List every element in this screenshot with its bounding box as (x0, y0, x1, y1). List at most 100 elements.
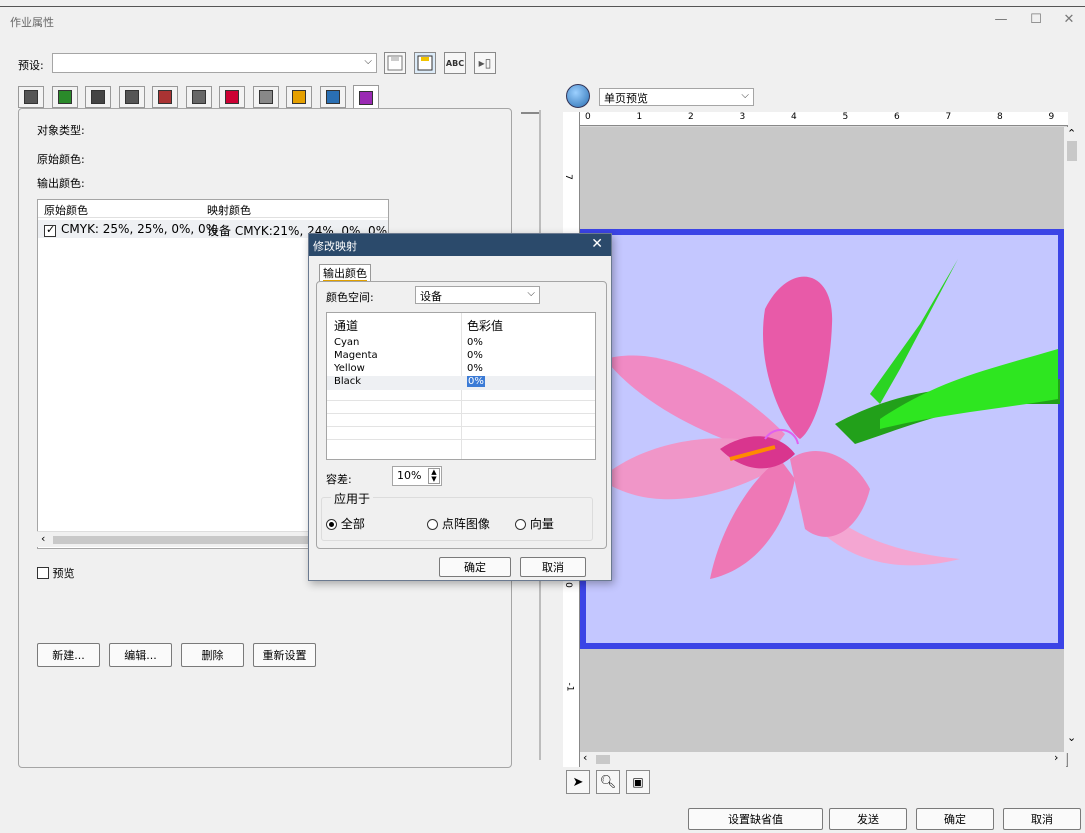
tab-bars[interactable] (286, 86, 312, 108)
radio-bitmap-label: 点阵图像 (441, 517, 490, 531)
original-color-label: 原始颜色: (37, 153, 85, 166)
chevron-right-icon[interactable]: › (1054, 751, 1058, 764)
tab-output-color[interactable]: 输出颜色 (319, 264, 371, 281)
list-header-original: 原始颜色 (44, 204, 88, 217)
layout-icon (57, 90, 72, 104)
edit-button[interactable]: 编辑... (109, 643, 172, 667)
bars-icon (292, 90, 306, 104)
reset-button[interactable]: 重新设置 (253, 643, 316, 667)
preview-mode-select[interactable]: 单页预览 ⌵ (599, 88, 754, 106)
abc-icon: ABC (445, 58, 465, 68)
clock-icon[interactable] (566, 84, 590, 108)
ruler-tick-label: 1 (636, 112, 643, 122)
radio-vector-label: 向量 (529, 517, 554, 531)
chevron-left-icon[interactable]: ‹ (41, 532, 45, 545)
save-as-preset-button[interactable] (414, 52, 436, 74)
radio-icon (427, 519, 438, 530)
tab-layout[interactable] (51, 86, 78, 108)
channel-table[interactable]: 通道 色彩值 Cyan 0% Magenta 0% Yellow 0% Blac… (326, 312, 596, 460)
ruler-tick-label: 0 (562, 582, 573, 588)
table-row[interactable]: Black 0% (327, 376, 595, 390)
chevron-down-icon[interactable]: ⌄ (1067, 731, 1076, 744)
preset-select[interactable]: ⌵ (52, 53, 377, 73)
dialog-titlebar[interactable]: 修改映射 ✕ (309, 234, 611, 256)
ruler-tick-label: 9 (1048, 112, 1055, 122)
color-space-select[interactable]: 设备 ⌵ (415, 286, 540, 304)
ruler-tick-label: 4 (791, 112, 797, 122)
image-icon (24, 90, 38, 104)
color-space-value: 设备 (420, 290, 442, 303)
preview-checkbox[interactable]: 预览 (37, 565, 75, 581)
checkbox-icon (37, 567, 49, 579)
scroll-thumb[interactable] (53, 536, 323, 544)
tab-swatch[interactable] (219, 86, 245, 108)
floppy-icon (417, 55, 433, 71)
close-button[interactable]: ✕ (1058, 10, 1080, 30)
swatch-icon (225, 90, 239, 104)
ruler-tick-label: 0 (585, 112, 591, 122)
cancel-button[interactable]: 取消 (1003, 808, 1081, 830)
scroll-thumb[interactable] (596, 755, 610, 764)
tab-grid[interactable] (118, 86, 145, 108)
chevron-up-icon[interactable]: ⌃ (1067, 127, 1076, 140)
ruler-tick-label: 6 (894, 112, 900, 122)
tab-output-color-label: 输出颜色 (323, 267, 367, 281)
new-button[interactable]: 新建... (37, 643, 100, 667)
trash-icon: ▸▯ (478, 56, 492, 70)
dialog-ok-button[interactable]: 确定 (439, 557, 511, 577)
preview-vertical-scrollbar[interactable]: ⌃ ⌄ (1064, 127, 1080, 753)
delete-preset-button[interactable]: ▸▯ (474, 52, 496, 74)
window-title: 作业属性 (10, 16, 54, 29)
minimize-button[interactable]: — (990, 10, 1012, 30)
channel-name: Yellow (334, 363, 365, 374)
radio-vector[interactable]: 向量 (515, 515, 554, 532)
table-row[interactable]: Magenta 0% (327, 350, 595, 363)
table-row[interactable]: Yellow 0% (327, 363, 595, 376)
dots-grid-icon (158, 90, 172, 104)
channel-name: Cyan (334, 337, 360, 348)
channel-value-input[interactable]: 0% (467, 376, 485, 387)
radio-bitmap[interactable]: 点阵图像 (427, 515, 490, 532)
row-checkbox[interactable]: ✓ (44, 223, 56, 238)
ruler-tick-label: 8 (997, 112, 1003, 122)
zoom-tool-button[interactable]: 🔍︎ (596, 770, 620, 794)
ruler-tick-label: 7 (562, 174, 573, 180)
channel-value: 0% (467, 350, 483, 361)
layers-icon (258, 90, 273, 104)
ok-button[interactable]: 确定 (916, 808, 994, 830)
fit-page-button[interactable]: ▣ (626, 770, 650, 794)
chevron-down-icon: ⌵ (527, 288, 535, 299)
tab-mountain[interactable] (319, 86, 346, 108)
pointer-tool-button[interactable]: ➤ (566, 770, 590, 794)
pointer-icon: ➤ (572, 774, 584, 790)
scroll-thumb[interactable] (1067, 141, 1077, 161)
table-row[interactable]: Cyan 0% (327, 337, 595, 350)
dialog-close-icon[interactable]: ✕ (591, 236, 603, 252)
tolerance-spinner[interactable]: ▲ ▼ (428, 468, 440, 484)
tolerance-input[interactable]: 10% ▲ ▼ (392, 466, 442, 486)
tab-mark[interactable] (185, 86, 212, 108)
radio-all[interactable]: 全部 (326, 515, 365, 532)
channel-value: 0% (467, 363, 483, 374)
tab-image[interactable] (18, 86, 44, 108)
chevron-left-icon[interactable]: ‹ (583, 751, 587, 764)
preview-mode-value: 单页预览 (604, 92, 648, 105)
channel-header: 通道 (334, 319, 359, 333)
rename-preset-button[interactable]: ABC (444, 52, 466, 74)
set-default-button[interactable]: 设置缺省值 (688, 808, 823, 830)
tab-layers[interactable] (252, 86, 279, 108)
dialog-cancel-button[interactable]: 取消 (520, 557, 586, 577)
ruler-tick-label: 2 (688, 112, 694, 122)
ruler-tick-label: 3 (739, 112, 746, 122)
tab-dots-grid[interactable] (152, 86, 178, 108)
tab-document[interactable] (85, 86, 111, 108)
tab-color-replace[interactable] (353, 85, 379, 109)
tolerance-value: 10% (397, 469, 422, 482)
save-preset-button[interactable] (384, 52, 406, 74)
preview-horizontal-scrollbar[interactable]: ‹ › (580, 751, 1066, 767)
send-button[interactable]: 发送 (829, 808, 907, 830)
delete-button[interactable]: 删除 (181, 643, 244, 667)
preset-label: 预设: (18, 59, 44, 72)
maximize-button[interactable]: ☐ (1025, 10, 1047, 30)
row-original-color: CMYK: 25%, 25%, 0%, 0% (61, 222, 218, 236)
